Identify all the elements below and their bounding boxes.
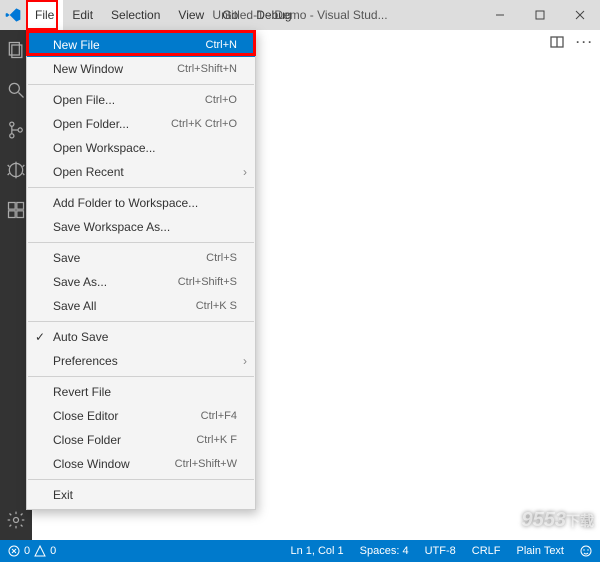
maximize-button[interactable] [520,0,560,30]
menu-item-label: Open File... [53,93,205,107]
menu-item-close-window[interactable]: Close WindowCtrl+Shift+W [27,452,255,476]
menu-item-label: Auto Save [53,330,237,344]
status-bar: 0 0 Ln 1, Col 1 Spaces: 4 UTF-8 CRLF Pla… [0,540,600,562]
menu-item-label: Exit [53,488,237,502]
menu-item-label: Revert File [53,385,237,399]
menu-item-open-workspace[interactable]: Open Workspace... [27,136,255,160]
status-encoding[interactable]: UTF-8 [417,540,464,562]
menu-item-label: Open Folder... [53,117,171,131]
close-button[interactable] [560,0,600,30]
menu-item-shortcut: Ctrl+Shift+W [175,458,237,470]
chevron-right-icon: › [243,165,247,179]
status-language[interactable]: Plain Text [509,540,573,562]
status-error-count: 0 [24,545,30,557]
window-controls [480,0,600,30]
menu-item-shortcut: Ctrl+N [206,39,237,51]
menu-item-new-window[interactable]: New WindowCtrl+Shift+N [27,57,255,81]
menu-separator [28,321,254,322]
menu-go[interactable]: Go [213,0,247,30]
menu-item-save-all[interactable]: Save AllCtrl+K S [27,294,255,318]
menu-item-label: Open Recent [53,165,237,179]
menu-item-auto-save[interactable]: ✓ Auto Save [27,325,255,349]
menu-separator [28,376,254,377]
status-errors[interactable]: 0 0 [0,540,64,562]
menu-item-add-folder-to-workspace[interactable]: Add Folder to Workspace... [27,191,255,215]
status-cursor-position[interactable]: Ln 1, Col 1 [282,540,351,562]
more-actions-icon[interactable]: ··· [576,33,594,51]
menu-item-revert-file[interactable]: Revert File [27,380,255,404]
menu-item-open-recent[interactable]: Open Recent › [27,160,255,184]
status-warning-count: 0 [50,545,56,557]
menu-item-shortcut: Ctrl+K F [196,434,237,446]
menu-item-open-file[interactable]: Open File...Ctrl+O [27,88,255,112]
menu-item-label: Save All [53,299,196,313]
menu-item-preferences[interactable]: Preferences › [27,349,255,373]
menu-item-shortcut: Ctrl+Shift+S [178,276,237,288]
menu-item-label: Open Workspace... [53,141,237,155]
menu-item-open-folder[interactable]: Open Folder...Ctrl+K Ctrl+O [27,112,255,136]
menu-debug[interactable]: Debug [247,0,300,30]
menu-item-save[interactable]: SaveCtrl+S [27,246,255,270]
menu-separator [28,242,254,243]
chevron-right-icon: › [243,354,247,368]
editor-actions: ··· [548,30,594,54]
menu-item-new-file[interactable]: New FileCtrl+N [27,33,255,57]
menu-edit[interactable]: Edit [63,0,102,30]
menu-item-label: New Window [53,62,177,76]
status-indentation[interactable]: Spaces: 4 [352,540,417,562]
menu-view[interactable]: View [169,0,213,30]
check-icon: ✓ [35,330,45,344]
menu-selection[interactable]: Selection [102,0,169,30]
app-logo [0,7,26,23]
menu-item-shortcut: Ctrl+O [205,94,237,106]
menu-item-save-as[interactable]: Save As...Ctrl+Shift+S [27,270,255,294]
menu-item-exit[interactable]: Exit [27,483,255,507]
menu-item-label: Preferences [53,354,237,368]
menu-item-label: Add Folder to Workspace... [53,196,237,210]
menu-item-label: Close Window [53,457,175,471]
menu-item-shortcut: Ctrl+F4 [201,410,237,422]
menu-item-shortcut: Ctrl+S [206,252,237,264]
menu-bar: File Edit Selection View Go Debug [26,0,301,30]
menu-item-label: Close Folder [53,433,196,447]
menu-item-label: Save As... [53,275,178,289]
minimize-button[interactable] [480,0,520,30]
menu-file[interactable]: File [26,0,63,30]
menu-item-close-editor[interactable]: Close EditorCtrl+F4 [27,404,255,428]
status-eol[interactable]: CRLF [464,540,509,562]
menu-item-shortcut: Ctrl+K Ctrl+O [171,118,237,130]
menu-item-label: Save [53,251,206,265]
menu-item-label: New File [53,38,206,52]
split-editor-icon[interactable] [548,33,566,51]
menu-item-close-folder[interactable]: Close FolderCtrl+K F [27,428,255,452]
menu-item-label: Close Editor [53,409,201,423]
menu-separator [28,479,254,480]
menu-separator [28,187,254,188]
menu-item-save-workspace-as[interactable]: Save Workspace As... [27,215,255,239]
menu-separator [28,84,254,85]
menu-item-shortcut: Ctrl+K S [196,300,237,312]
file-menu-dropdown: New FileCtrl+NNew WindowCtrl+Shift+NOpen… [26,30,256,510]
menu-item-shortcut: Ctrl+Shift+N [177,63,237,75]
status-feedback-icon[interactable] [572,540,600,562]
title-bar: File Edit Selection View Go Debug Untitl… [0,0,600,30]
menu-item-label: Save Workspace As... [53,220,237,234]
